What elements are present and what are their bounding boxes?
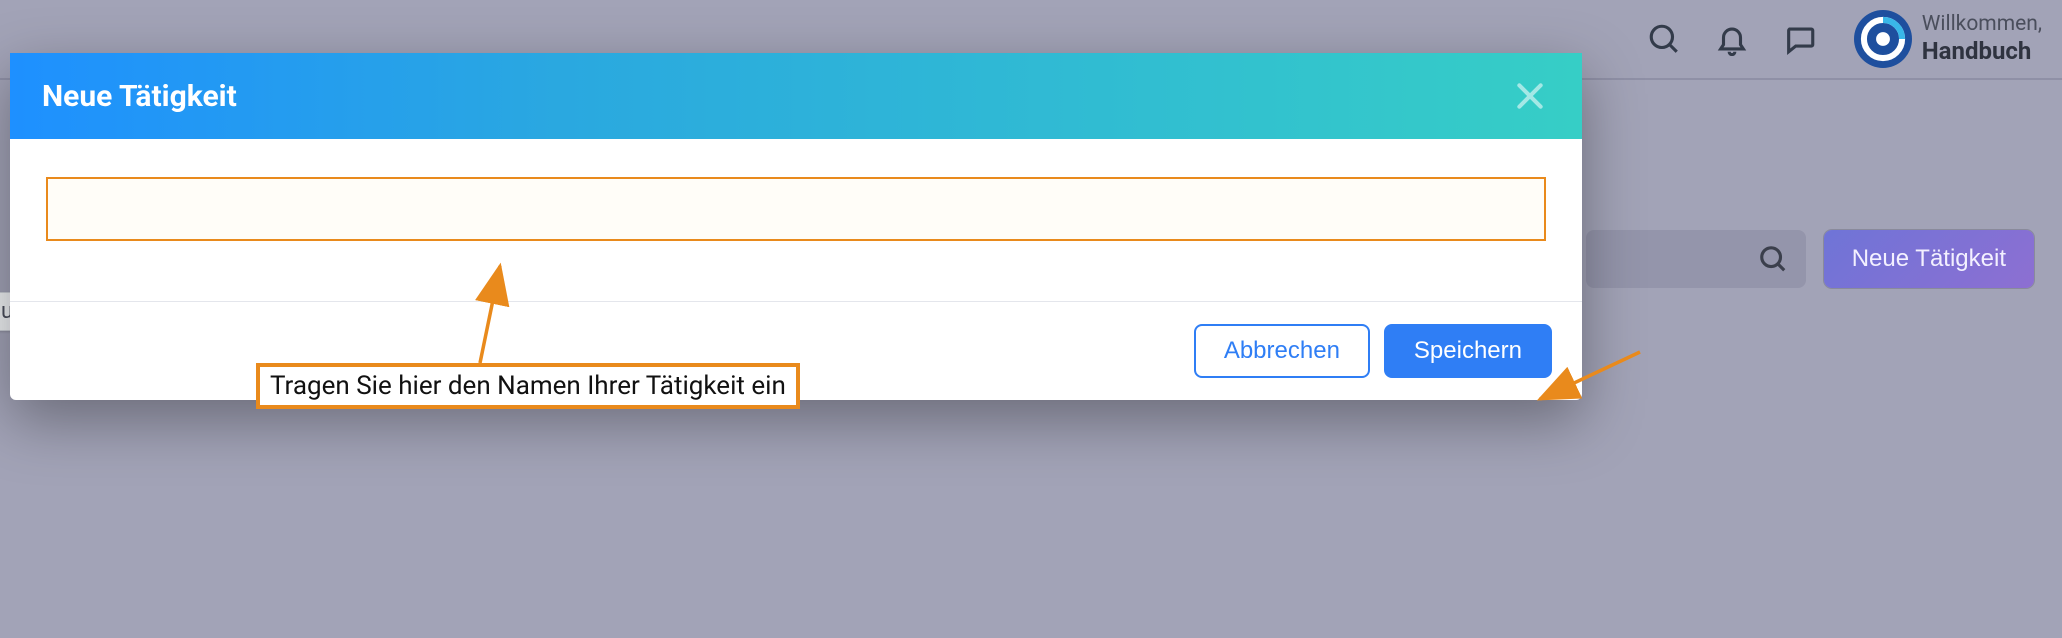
new-activity-button[interactable]: Neue Tätigkeit [1824, 230, 2034, 288]
new-activity-dialog: Neue Tätigkeit Abbrechen Speichern [10, 53, 1582, 400]
dialog-title: Neue Tätigkeit [42, 79, 237, 114]
chat-icon[interactable] [1776, 15, 1824, 63]
dialog-header: Neue Tätigkeit [10, 53, 1582, 139]
cancel-button[interactable]: Abbrechen [1194, 324, 1370, 378]
user-name: Handbuch [1922, 37, 2042, 66]
search-icon[interactable] [1640, 15, 1688, 63]
avatar [1854, 10, 1912, 68]
close-icon[interactable] [1512, 78, 1548, 114]
page-toolbar: Neue Tätigkeit [1586, 230, 2034, 288]
page-search[interactable] [1586, 230, 1806, 288]
activity-name-input[interactable] [46, 177, 1546, 241]
annotation-input-hint: Tragen Sie hier den Namen Ihrer Tätigkei… [256, 363, 800, 409]
dialog-body [10, 139, 1582, 302]
bell-icon[interactable] [1708, 15, 1756, 63]
user-menu[interactable]: Willkommen, Handbuch [1844, 6, 2052, 72]
user-greeting: Willkommen, [1922, 12, 2042, 37]
save-button[interactable]: Speichern [1384, 324, 1552, 378]
